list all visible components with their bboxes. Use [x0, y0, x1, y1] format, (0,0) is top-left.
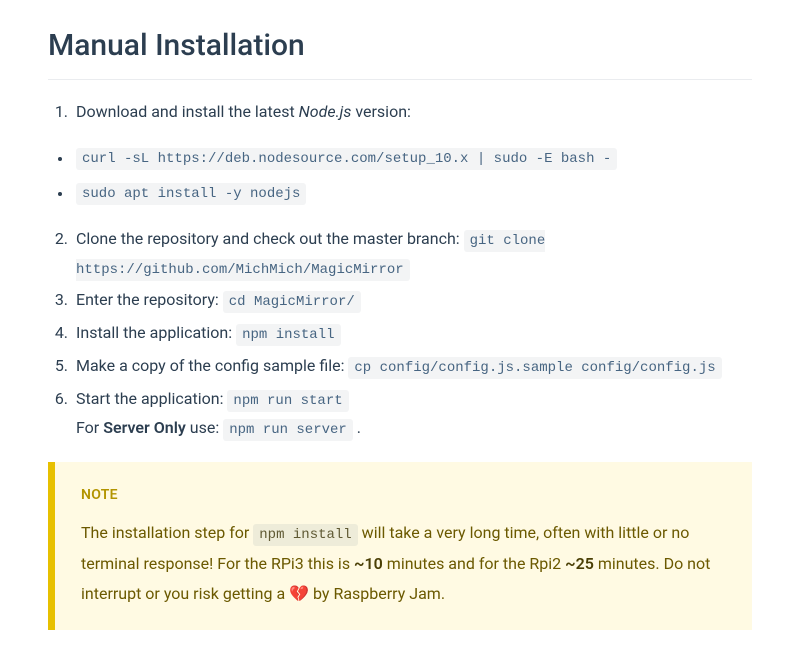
command-curl: curl -sL https://deb.nodesource.com/setu… — [72, 143, 752, 172]
step-1: Download and install the latest Node.js … — [72, 98, 752, 125]
step-6: Start the application: npm run start For… — [72, 385, 752, 443]
code-apt: sudo apt install -y nodejs — [76, 183, 306, 205]
step-3-code: cd MagicMirror/ — [223, 291, 361, 313]
step-2: Clone the repository and check out the m… — [72, 225, 752, 283]
step-6-text: Start the application: — [76, 389, 227, 408]
note-text-1: The installation step for — [81, 523, 253, 542]
step-1-text-suffix: version: — [351, 102, 411, 121]
step-3: Enter the repository: cd MagicMirror/ — [72, 286, 752, 315]
note-title: NOTE — [81, 484, 726, 508]
step-6-strong: Server Only — [103, 418, 186, 437]
note-body: The installation step for npm install wi… — [81, 518, 726, 608]
note-text-5: by Raspberry Jam. — [309, 584, 445, 603]
step-5-code: cp config/config.js.sample config/config… — [348, 357, 721, 379]
step-6-code2: npm run server — [223, 419, 353, 441]
step-6-use: use: — [186, 418, 223, 437]
install-steps-part2: Clone the repository and check out the m… — [48, 225, 752, 443]
step-2-text: Clone the repository and check out the m… — [76, 229, 464, 248]
step-4-text: Install the application: — [76, 323, 236, 342]
step-4-code: npm install — [236, 324, 340, 346]
step-6-for: For — [76, 418, 103, 437]
command-list: curl -sL https://deb.nodesource.com/setu… — [48, 143, 752, 207]
code-curl: curl -sL https://deb.nodesource.com/setu… — [76, 148, 617, 170]
note-bold-2: ~25 — [565, 554, 594, 573]
step-4: Install the application: npm install — [72, 319, 752, 348]
command-apt: sudo apt install -y nodejs — [72, 178, 752, 207]
install-steps-part1: Download and install the latest Node.js … — [48, 98, 752, 125]
step-5-text: Make a copy of the config sample file: — [76, 356, 348, 375]
note-bold-1: ~10 — [354, 554, 383, 573]
step-6-code: npm run start — [227, 390, 348, 412]
broken-heart-icon: 💔 — [289, 584, 309, 603]
step-5: Make a copy of the config sample file: c… — [72, 352, 752, 381]
note-code: npm install — [253, 524, 357, 546]
step-6-period: . — [353, 418, 361, 437]
note-text-3: minutes and for the Rpi2 — [383, 554, 565, 573]
step-1-em: Node.js — [299, 102, 352, 121]
page-title: Manual Installation — [48, 20, 752, 80]
step-1-text-prefix: Download and install the latest — [76, 102, 299, 121]
note-callout: NOTE The installation step for npm insta… — [48, 462, 752, 630]
step-3-text: Enter the repository: — [76, 290, 223, 309]
